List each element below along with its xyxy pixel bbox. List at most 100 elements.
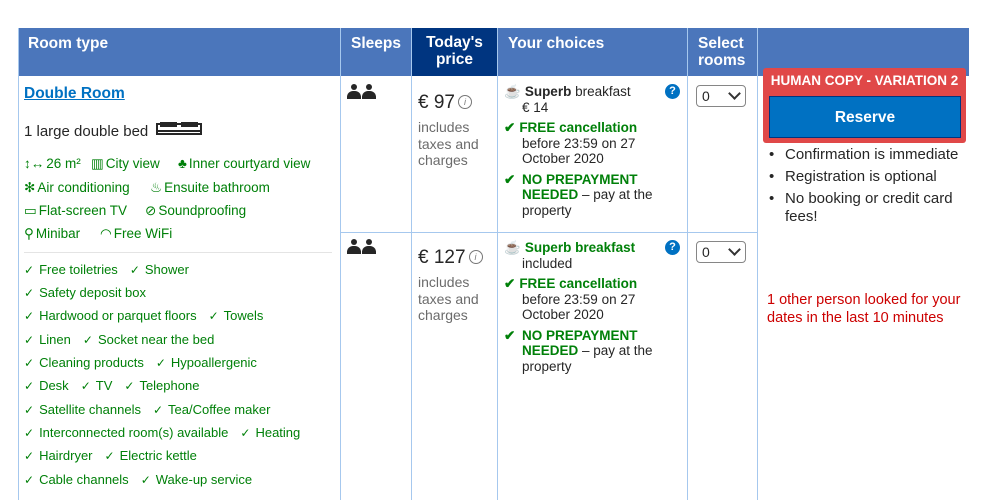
amenity-label: Interconnected room(s) available [39, 425, 229, 440]
header-your-choices: Your choices [498, 28, 687, 76]
amenity-label: Wake-up service [155, 472, 253, 487]
amenity-label: Satellite channels [39, 402, 141, 417]
benefit-item: Registration is optional [767, 168, 967, 186]
check-icon: ✓ [104, 449, 115, 463]
price-option-2: € 127 i [418, 247, 483, 269]
amenity-row: ✓ Safety deposit box [24, 285, 146, 300]
breakfast-detail: included [522, 255, 573, 271]
prepayment-row: ✔ NO PREPAYMENT NEEDED – pay at the prope… [504, 172, 664, 219]
two-persons-icon [347, 84, 377, 100]
facility-label: Inner courtyard view [188, 156, 311, 171]
amenity-label: Linen [39, 332, 71, 347]
facility-label: Flat-screen TV [38, 203, 128, 218]
price-note: includes taxes and charges [418, 274, 479, 323]
check-icon: ✓ [129, 263, 140, 277]
room-size-icon: ↕↔ [24, 156, 45, 171]
facility-room-size: ↕↔ 26 m² [24, 156, 81, 171]
chevron-down-icon [728, 243, 741, 256]
reserve-button[interactable]: Reserve [769, 96, 961, 138]
cancellation-row: ✔ FREE cancellation [504, 120, 664, 136]
tree-icon: ♣ [178, 156, 187, 171]
breakfast-row: ☕ Superb breakfast [504, 84, 664, 100]
header-todays-price: Today's price [412, 28, 497, 76]
facility-label: Minibar [35, 226, 81, 241]
snowflake-icon: ✻ [24, 180, 36, 195]
amenity-label: Tea/Coffee maker [168, 402, 271, 417]
header-select-rooms: Select rooms [688, 28, 757, 76]
grid-line [18, 28, 19, 500]
amenity-label: Cleaning products [39, 355, 144, 370]
check-icon: ✓ [24, 309, 35, 323]
check-icon: ✔ [504, 276, 516, 291]
facility-label: 26 m² [46, 156, 81, 171]
amenity-row: ✓ Linen ✓ Socket near the bed [24, 332, 214, 347]
choices-option-1: ☕ Superb breakfast € 14 ✔ FREE cancellatio… [504, 84, 664, 218]
question-icon[interactable]: ? [665, 240, 680, 255]
facility-tv: ▭ Flat-screen TV [24, 203, 127, 219]
row-divider [340, 232, 758, 233]
bed-info: 1 large double bed [24, 121, 203, 140]
benefits-list: Confirmation is immediate Registration i… [767, 146, 967, 230]
amenity-label: Desk [39, 378, 69, 393]
facility-label: Air conditioning [37, 180, 130, 195]
header-sleeps: Sleeps [341, 28, 411, 76]
amenity-row: ✓ Desk ✓ TV ✓ Telephone [24, 378, 199, 393]
price-value: € 97 [418, 92, 455, 113]
bed-label: 1 large double bed [24, 123, 149, 140]
check-icon: ✓ [208, 309, 219, 323]
amenity-row: ✓ Cable channels ✓ Wake-up service [24, 472, 252, 487]
check-icon: ✓ [24, 426, 35, 440]
facility-aircon: ✻ Air conditioning [24, 180, 130, 196]
cancellation-detail: before 23:59 on 27 October 2020 [522, 291, 636, 323]
check-icon: ✔ [504, 120, 516, 135]
breakfast-detail: € 14 [522, 99, 549, 115]
info-icon[interactable]: i [457, 95, 472, 109]
facility-label: City view [105, 156, 160, 171]
room-name-link[interactable]: Double Room [24, 85, 125, 103]
check-icon: ✓ [155, 356, 166, 370]
amenity-label: TV [95, 378, 113, 393]
amenity-row: ✓ Satellite channels ✓ Tea/Coffee maker [24, 402, 270, 417]
grid-line [757, 28, 758, 500]
amenity-label: Towels [223, 308, 264, 323]
facility-label: Soundproofing [158, 203, 247, 218]
amenity-row: ✓ Hardwood or parquet floors ✓ Towels [24, 308, 263, 323]
check-icon: ✓ [152, 403, 164, 417]
breakfast-bold: Superb breakfast [524, 240, 636, 255]
info-icon[interactable]: i [468, 250, 483, 264]
check-icon: ✓ [124, 379, 135, 393]
minibar-icon: ⚲ [24, 226, 34, 241]
two-persons-icon [347, 239, 377, 255]
double-bed-icon [156, 122, 203, 135]
cancellation-title: FREE cancellation [519, 120, 638, 135]
city-view-icon: ▥ [91, 156, 104, 171]
grid-line [687, 28, 688, 500]
check-icon: ✔ [504, 327, 516, 343]
rooms-select-1[interactable]: 0 [696, 85, 746, 107]
check-icon: ✓ [24, 356, 35, 370]
facility-label: Free WiFi [113, 226, 173, 241]
check-icon: ✓ [24, 379, 35, 393]
coffee-icon: ☕ [504, 84, 521, 99]
price-value: € 127 [418, 247, 466, 268]
amenity-label: Hypoallergenic [170, 355, 257, 370]
amenity-row: ✓ Interconnected room(s) available ✓ Heatin… [24, 425, 300, 440]
check-icon: ✓ [24, 473, 35, 487]
chevron-down-icon [728, 87, 741, 100]
question-icon[interactable]: ? [665, 84, 680, 99]
cancellation-title: FREE cancellation [519, 276, 638, 291]
rooms-select-2[interactable]: 0 [696, 241, 746, 263]
benefit-item: Confirmation is immediate [767, 146, 967, 164]
coffee-icon: ☕ [504, 240, 521, 255]
cancellation-row: ✔ FREE cancellation [504, 276, 664, 292]
header-room-type: Room type [18, 28, 340, 76]
facility-city-view: ▥ City view [91, 156, 160, 172]
amenity-row: ✓ Free toiletries ✓ Shower [24, 262, 189, 277]
wifi-icon: ◠ [100, 226, 112, 241]
variation-badge-label: HUMAN COPY - VARIATION 2 [770, 73, 959, 88]
soundproof-icon: ⊘ [145, 203, 157, 218]
tv-icon: ▭ [24, 203, 37, 218]
amenity-label: Telephone [139, 378, 200, 393]
check-icon: ✓ [24, 263, 35, 277]
amenity-label: Hairdryer [39, 448, 93, 463]
